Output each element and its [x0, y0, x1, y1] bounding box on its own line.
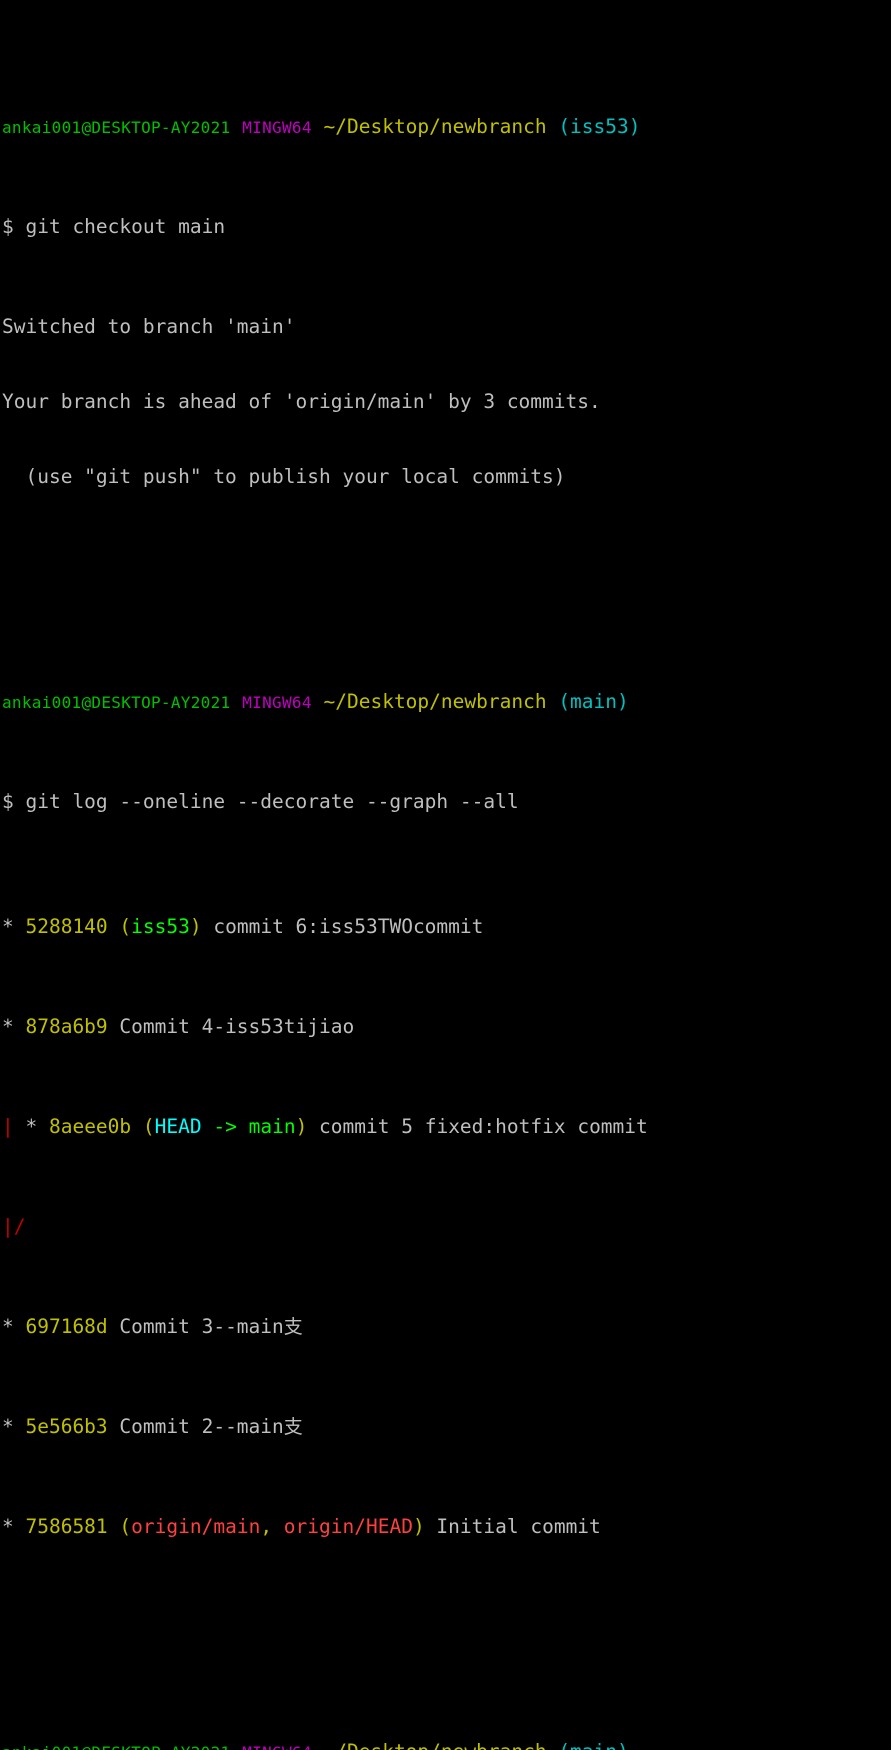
log1-row-1: * 878a6b9 Commit 4-iss53tijiao — [2, 1014, 891, 1039]
graph-marker: * — [2, 1015, 26, 1038]
log1-row-0: * 5288140 (iss53) commit 6:iss53TWOcommi… — [2, 914, 891, 939]
command-checkout-text: git checkout main — [25, 215, 226, 238]
checkout-output-1: Your branch is ahead of 'origin/main' by… — [2, 390, 601, 413]
prompt-path-3: ~/Desktop/newbranch — [324, 1740, 547, 1750]
prompt-branch-3: (main) — [558, 1740, 628, 1750]
commit-hash: 697168d — [25, 1315, 108, 1338]
prompt-user-host-2: ankai001@DESKTOP-AY2021 — [2, 693, 231, 712]
graph-marker: * — [2, 1315, 26, 1338]
log1-row-2: | * 8aeee0b (HEAD -> main) commit 5 fixe… — [2, 1114, 891, 1139]
log1-row-3-graph: |/ — [2, 1214, 891, 1239]
graph-marker: * — [2, 915, 26, 938]
commit-hash: 7586581 — [25, 1515, 108, 1538]
prompt-path-1: ~/Desktop/newbranch — [323, 115, 547, 138]
ref-paren-close: ) — [295, 1115, 308, 1138]
ref-origin-head: origin/HEAD — [283, 1515, 413, 1538]
log1-row-5: * 5e566b3 Commit 2--main支 — [2, 1414, 891, 1439]
graph-branch-line: | — [2, 1115, 26, 1138]
commit-subject: Commit 3--main — [107, 1315, 284, 1338]
ref-paren-close: ) — [189, 915, 202, 938]
terminal-screen[interactable]: ankai001@DESKTOP-AY2021 MINGW64 ~/Deskto… — [0, 0, 891, 1750]
graph-marker: * — [2, 1515, 26, 1538]
checkout-output-2: (use "git push" to publish your local co… — [2, 465, 566, 488]
prompt-branch-2: (main) — [558, 690, 629, 713]
checkout-output-0: Switched to branch 'main' — [2, 315, 296, 338]
prompt-user-host-3: ankai001@DESKTOP-AY2021 — [2, 1743, 230, 1750]
graph-merge-line: |/ — [2, 1215, 26, 1238]
commit-subject: Commit 2--main — [107, 1415, 284, 1438]
prompt-shell-1: MINGW64 — [242, 118, 312, 137]
graph-marker: * — [2, 1415, 26, 1438]
ref-separator: , — [260, 1515, 284, 1538]
commit-subject-cjk: 支 — [283, 1316, 303, 1338]
ref-arrow: -> — [201, 1115, 249, 1138]
ref-branch-iss53: iss53 — [131, 915, 190, 938]
ref-origin-main: origin/main — [131, 1515, 261, 1538]
command-log-text-1: git log --oneline --decorate --graph --a… — [25, 790, 519, 813]
prompt-dollar-2: $ — [2, 790, 26, 813]
ref-paren-open: ( — [142, 1115, 155, 1138]
prompt-dollar-1: $ — [2, 215, 26, 238]
commit-hash: 5288140 — [25, 915, 108, 938]
log1-row-6: * 7586581 (origin/main, origin/HEAD) Ini… — [2, 1514, 891, 1539]
log1-row-4: * 697168d Commit 3--main支 — [2, 1314, 891, 1339]
commit-subject: commit 6:iss53TWOcommit — [201, 915, 484, 938]
prompt-line-1: ankai001@DESKTOP-AY2021 MINGW64 ~/Deskto… — [2, 114, 891, 139]
command-line-log-1[interactable]: $ git log --oneline --decorate --graph -… — [2, 789, 891, 814]
prompt-user-host-1: ankai001@DESKTOP-AY2021 — [2, 118, 231, 137]
graph-marker: * — [25, 1115, 49, 1138]
commit-hash: 5e566b3 — [25, 1415, 108, 1438]
commit-hash: 878a6b9 — [25, 1015, 108, 1038]
prompt-shell-3: MINGW64 — [242, 1743, 312, 1750]
prompt-shell-2: MINGW64 — [242, 693, 312, 712]
commit-subject: commit 5 fixed:hotfix commit — [307, 1115, 648, 1138]
prompt-line-2: ankai001@DESKTOP-AY2021 MINGW64 ~/Deskto… — [2, 689, 891, 714]
command-line-checkout[interactable]: $ git checkout main — [2, 214, 891, 239]
ref-head: HEAD — [154, 1115, 202, 1138]
commit-subject: Commit 4-iss53tijiao — [107, 1015, 355, 1038]
prompt-path-2: ~/Desktop/newbranch — [323, 690, 547, 713]
ref-paren-close: ) — [412, 1515, 425, 1538]
prompt-branch-1: (iss53) — [558, 115, 641, 138]
terminal-window[interactable]: ankai001@DESKTOP-AY2021 MINGW64 ~/Deskto… — [0, 0, 891, 1750]
ref-paren-open: ( — [119, 1515, 132, 1538]
prompt-line-3: ankai001@DESKTOP-AY2021 MINGW64 ~/Deskto… — [2, 1739, 891, 1750]
ref-paren-open: ( — [119, 915, 132, 938]
commit-subject: Initial commit — [424, 1515, 601, 1538]
commit-hash: 8aeee0b — [48, 1115, 132, 1138]
commit-subject-cjk: 支 — [283, 1416, 303, 1438]
ref-branch-main: main — [248, 1115, 296, 1138]
